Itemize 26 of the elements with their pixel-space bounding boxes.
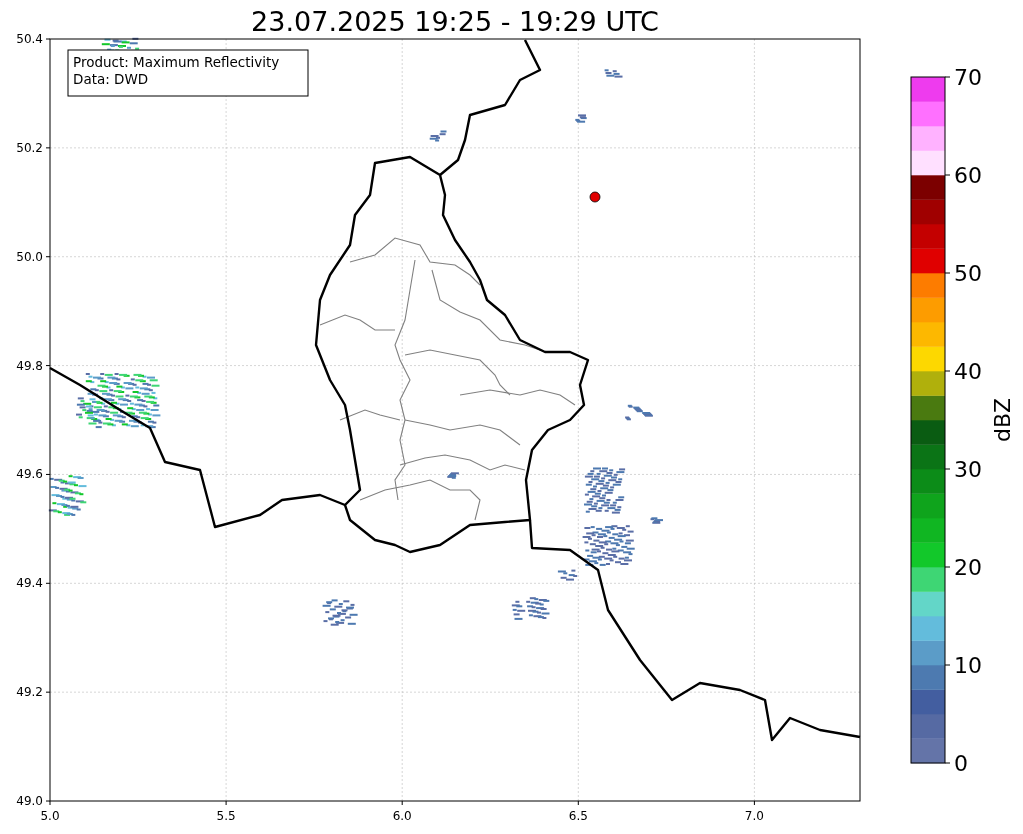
colorbar-tick-label: 20 xyxy=(954,555,982,580)
axis-tick-label: 50.2 xyxy=(16,140,43,155)
axis-tick-label: 6.0 xyxy=(392,809,412,823)
legend-text: Data: DWD xyxy=(73,71,149,87)
axis-tick-label: 49.2 xyxy=(16,685,43,700)
axis-tick-label: 49.6 xyxy=(16,467,43,482)
axis-tick-label: 50.0 xyxy=(16,249,43,264)
axis-tick-label: 50.4 xyxy=(16,32,43,46)
location-marker xyxy=(589,191,601,203)
legend-text: Product: Maximum Reflectivity xyxy=(73,54,280,70)
colorbar-tick-label: 30 xyxy=(954,457,982,482)
colorbar-tick-label: 0 xyxy=(954,751,968,776)
colorbar-tick-label: 60 xyxy=(954,163,982,188)
axis-tick-label: 5.0 xyxy=(40,809,60,823)
axis-tick-label: 49.0 xyxy=(16,794,43,808)
axis-tick-label: 7.0 xyxy=(744,809,764,823)
axis-tick-label: 49.8 xyxy=(16,358,43,373)
axis-tick-label: 5.5 xyxy=(216,809,236,823)
chart-title: 23.07.2025 19:25 - 19:29 UTC xyxy=(251,6,659,37)
colorbar-tick-label: 70 xyxy=(954,65,982,90)
colorbar-tick-label: 40 xyxy=(954,359,982,384)
colorbar-tick-label: 50 xyxy=(954,261,982,286)
axis-tick-label: 6.5 xyxy=(568,809,588,823)
colorbar-label: dBZ xyxy=(990,397,1015,443)
axis-tick-label: 49.4 xyxy=(16,576,43,591)
colorbar-tick-label: 10 xyxy=(954,653,982,678)
